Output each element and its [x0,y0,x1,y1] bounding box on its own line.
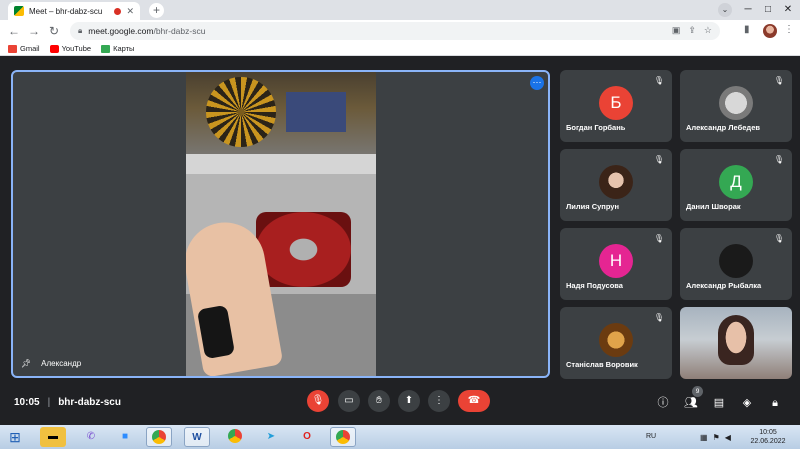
address-bar[interactable]: 🔒︎ meet.google.com/bhr-dabz-scu ▣ ⇪ ☆ [70,22,720,40]
avatar: Д [719,165,753,199]
minimize-icon[interactable]: ─ [740,2,756,18]
participant-name: Лилия Супрун [566,202,620,211]
self-camera-video [718,315,754,365]
meet-favicon-icon [14,6,24,16]
chrome-menu-icon[interactable]: ⋮ [784,24,794,35]
youtube-icon [49,44,59,53]
bookmark-maps[interactable]: Карты [101,44,134,53]
mic-muted-icon: 🎙︎ [653,155,664,164]
windows-taskbar: ⊞ ▬ ✆ ■ W ➤ O RU ▦ ⚑ ◀ 10:05 22.06.2022 [0,425,800,449]
leave-call-button[interactable]: ☎︎ [458,390,490,412]
avatar: Б [599,86,633,120]
browser-toolbar: ← → ↻ 🔒︎ meet.google.com/bhr-dabz-scu ▣ … [0,20,800,42]
share-icon[interactable]: ⇪ [688,25,696,36]
avatar [599,323,633,357]
side-panel-icon[interactable]: ▮ [744,24,750,35]
chrome-icon[interactable] [222,427,248,447]
lock-icon: 🔒︎ [78,26,83,35]
network-icon[interactable]: ▦ [700,433,708,442]
participant-name: Александр Рыбалка [686,281,762,290]
chrome-profile-icon[interactable] [330,427,356,447]
presenter-stage[interactable]: ⋯ 📌︎ Александр [11,70,550,378]
meeting-details-icon[interactable]: ⓘ [655,395,671,411]
avatar [719,86,753,120]
profile-avatar[interactable] [763,24,777,38]
tab-search-icon[interactable]: ⌄ [718,3,732,17]
avatar [599,165,633,199]
bookmark-gmail[interactable]: Gmail [8,44,40,53]
mic-muted-icon: 🎙︎ [773,234,784,243]
new-tab-button[interactable]: + [149,3,164,18]
presenter-label: 📌︎ Александр [21,359,81,368]
camera-in-use-icon[interactable]: ▣ [672,25,681,36]
tab-strip: Meet – bhr-dabz-scu ✕ + ⌄ ─ □ ✕ [0,0,800,20]
volume-icon[interactable]: ◀ [725,433,731,442]
participant-tile[interactable]: 🎙︎ Александр Лебедев [680,70,792,142]
more-options-button[interactable]: ⋮ [428,390,450,412]
mic-muted-icon: 🎙︎ [653,76,664,85]
telegram-icon[interactable]: ➤ [258,427,284,447]
flag-icon[interactable]: ⚑ [713,433,720,442]
opera-icon[interactable]: O [294,427,320,447]
input-language[interactable]: RU [646,433,656,440]
close-tab-icon[interactable]: ✕ [126,6,134,16]
camera-toggle-button[interactable]: ▭ [338,390,360,412]
presenter-name: Александр [41,359,82,368]
avatar: Н [599,244,633,278]
meeting-code: bhr-dabz-scu [58,397,121,408]
self-view-tile[interactable] [680,307,792,379]
participant-tile[interactable]: 🎙︎ Лилия Супрун [560,149,672,221]
windows-start-icon[interactable]: ⊞ [4,427,26,447]
meeting-info: 10:05 | bhr-dabz-scu [14,397,121,408]
participant-tile[interactable]: 🎙︎ Станіслав Воровик [560,307,672,379]
meeting-time: 10:05 [14,397,40,408]
viber-icon[interactable]: ✆ [78,427,104,447]
participant-tile[interactable]: 🎙︎ Д Данил Шворак [680,149,792,221]
mic-muted-icon: 🎙︎ [653,234,664,243]
reload-icon[interactable]: ↻ [46,23,62,39]
mic-muted-icon: 🎙︎ [773,155,784,164]
more-options-icon[interactable]: ⋯ [530,76,544,90]
maximize-icon[interactable]: □ [760,2,776,18]
word-icon[interactable]: W [184,427,210,447]
maps-icon [101,44,111,53]
gmail-icon [8,44,17,53]
present-screen-button[interactable]: ⬆ [398,390,420,412]
participant-name: Данил Шворак [686,202,741,211]
bookmark-youtube[interactable]: YouTube [49,44,91,53]
presenter-video [186,72,376,376]
participant-tile[interactable]: 🎙︎ Александр Рыбалка [680,228,792,300]
participant-name: Богдан Горбань [566,123,626,132]
forward-icon[interactable]: → [26,23,42,39]
host-controls-icon[interactable]: 🔒︎ [767,395,783,411]
activities-icon[interactable]: ◈ [739,395,755,411]
participant-tile[interactable]: 🎙︎ Б Богдан Горбань [560,70,672,142]
mic-muted-icon: 🎙︎ [773,76,784,85]
pin-icon[interactable]: 📌︎ [21,359,31,368]
explorer-icon[interactable]: ▬ [40,427,66,447]
bookmarks-bar: Gmail YouTube Карты [0,42,800,56]
tab-meet[interactable]: Meet – bhr-dabz-scu ✕ [8,2,140,20]
participant-name: Станіслав Воровик [566,360,638,369]
mic-toggle-button[interactable]: 🎙︎ [307,390,329,412]
chat-icon[interactable]: ▤ [711,395,727,411]
participant-name: Надя Подусова [566,281,623,290]
chrome-taskbar-icon[interactable] [146,427,172,447]
participant-tile[interactable]: 🎙︎ Н Надя Подусова [560,228,672,300]
zoom-icon[interactable]: ■ [112,427,138,447]
system-tray: ▦ ⚑ ◀ [700,433,731,442]
back-icon[interactable]: ← [6,23,22,39]
bookmark-star-icon[interactable]: ☆ [704,25,712,36]
tab-title: Meet – bhr-dabz-scu [29,6,103,16]
avatar [719,244,753,278]
close-window-icon[interactable]: ✕ [780,2,796,18]
participant-name: Александр Лебедев [686,123,760,132]
taskbar-clock[interactable]: 10:05 22.06.2022 [748,428,788,446]
recording-indicator-icon [114,7,122,15]
address-url: meet.google.com/bhr-dabz-scu [88,26,206,36]
raise-hand-button[interactable]: ✋︎ [368,390,390,412]
mic-muted-icon: 🎙︎ [653,313,664,322]
people-icon[interactable]: 👥︎ [683,395,699,411]
